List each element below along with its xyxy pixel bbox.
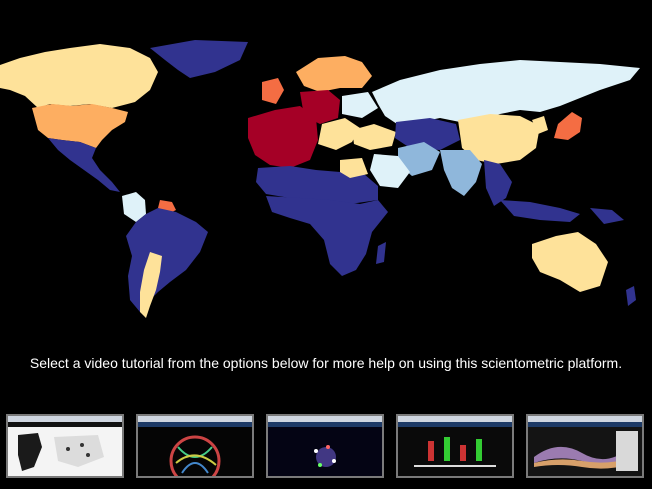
country-greenland[interactable] xyxy=(150,40,248,78)
network-preview-graphic xyxy=(314,445,336,467)
country-sub-saharan-africa[interactable] xyxy=(266,196,388,276)
tutorial-thumbnail-map[interactable] xyxy=(6,414,124,478)
country-new-zealand[interactable] xyxy=(626,286,636,306)
tutorial-thumbnail-stream[interactable] xyxy=(526,414,644,478)
country-madagascar[interactable] xyxy=(376,242,386,264)
country-poland[interactable] xyxy=(342,92,378,118)
country-mexico[interactable] xyxy=(48,138,120,192)
country-indonesia[interactable] xyxy=(500,200,580,222)
world-choropleth-map[interactable] xyxy=(0,0,652,340)
country-brazil[interactable] xyxy=(126,208,208,312)
country-scandinavia[interactable] xyxy=(296,56,372,92)
stream-preview-graphic xyxy=(534,431,638,471)
tutorial-thumbnail-chord[interactable] xyxy=(136,414,254,478)
bars-preview-graphic xyxy=(414,437,496,467)
country-new-guinea[interactable] xyxy=(590,208,624,224)
thumbnail-browser-bar xyxy=(8,416,122,422)
thumbnail-preview xyxy=(528,427,642,476)
tutorial-thumbnail-bars[interactable] xyxy=(396,414,514,478)
country-india[interactable] xyxy=(440,150,482,196)
thumbnail-preview xyxy=(398,427,512,476)
country-canada[interactable] xyxy=(0,44,158,108)
chord-preview-graphic xyxy=(169,435,221,476)
tutorial-caption: Select a video tutorial from the options… xyxy=(29,355,623,371)
country-australia[interactable] xyxy=(532,232,608,292)
tutorial-thumbnail-strip xyxy=(0,410,652,489)
thumbnail-preview xyxy=(138,427,252,476)
thumbnail-preview xyxy=(8,427,122,476)
tutorial-thumbnail-network[interactable] xyxy=(266,414,384,478)
thumbnail-preview xyxy=(268,427,382,476)
country-southeast-asia[interactable] xyxy=(484,160,512,206)
country-uk[interactable] xyxy=(262,78,284,104)
country-japan[interactable] xyxy=(554,112,582,140)
map-preview-graphic xyxy=(8,427,122,476)
country-usa[interactable] xyxy=(32,104,128,148)
